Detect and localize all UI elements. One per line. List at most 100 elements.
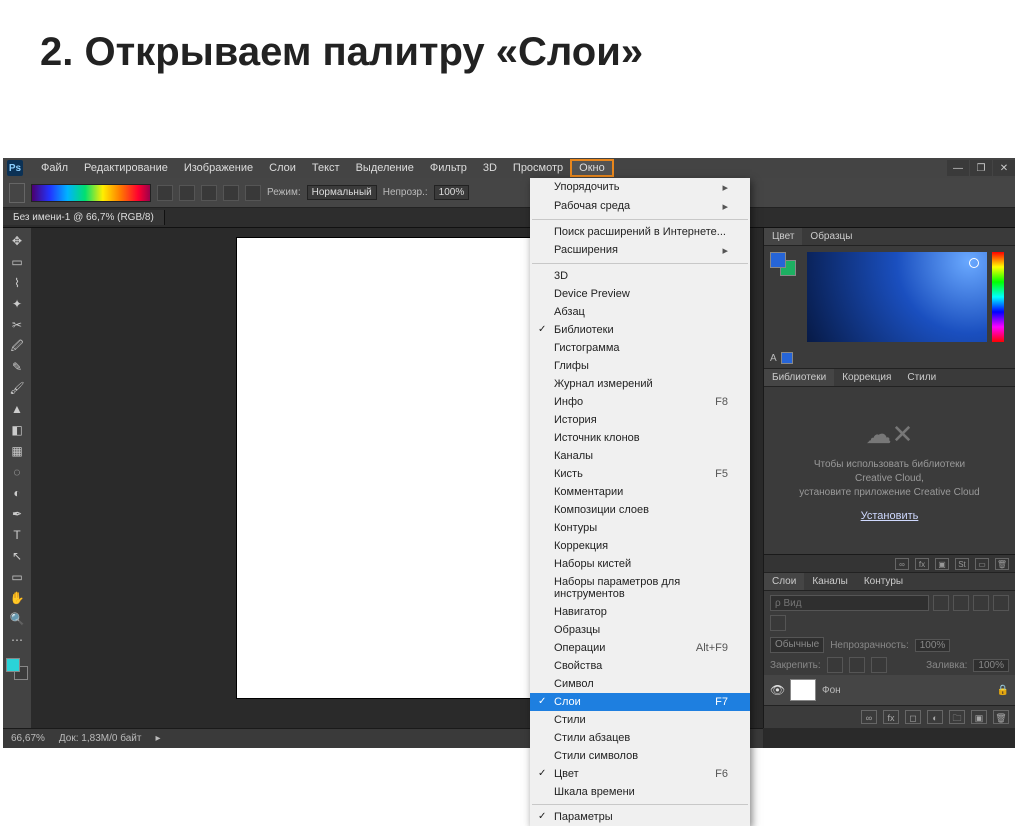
link-layers-icon[interactable]: ∞ (861, 710, 877, 724)
gradient-type-angle-icon[interactable] (201, 185, 217, 201)
minimize-button[interactable]: — (947, 160, 969, 176)
close-button[interactable]: ✕ (993, 160, 1015, 176)
gradient-type-radial-icon[interactable] (179, 185, 195, 201)
menu-view[interactable]: Просмотр (505, 160, 571, 176)
tab-styles[interactable]: Стили (899, 369, 944, 386)
menu-item-параметры[interactable]: Параметры (530, 808, 750, 826)
menu-item-глифы[interactable]: Глифы (530, 357, 750, 375)
menu-edit[interactable]: Редактирование (76, 160, 176, 176)
filter-image-icon[interactable] (933, 595, 949, 611)
adjustment-layer-icon[interactable]: ◐ (927, 710, 943, 724)
ribbon-fill-icon[interactable]: ▣ (935, 558, 949, 570)
menu-filter[interactable]: Фильтр (422, 160, 475, 176)
tab-layers[interactable]: Слои (764, 573, 804, 590)
tab-color[interactable]: Цвет (764, 228, 802, 245)
layer-row-background[interactable]: 👁 Фон 🔒 (764, 675, 1015, 705)
gradient-type-linear-icon[interactable] (157, 185, 173, 201)
menu-item-стили-абзацев[interactable]: Стили абзацев (530, 729, 750, 747)
menu-item-источник-клонов[interactable]: Источник клонов (530, 429, 750, 447)
document-tab[interactable]: Без имени-1 @ 66,7% (RGB/8) (3, 210, 165, 225)
menu-item-3d[interactable]: 3D (530, 267, 750, 285)
path-tool-icon[interactable]: ↖ (7, 547, 27, 565)
eyedropper-tool-icon[interactable]: 🖉 (7, 337, 27, 355)
menu-3d[interactable]: 3D (475, 160, 505, 176)
layer-thumbnail[interactable] (790, 679, 816, 701)
tab-paths[interactable]: Контуры (856, 573, 911, 590)
menu-item-инфо[interactable]: ИнфоF8 (530, 393, 750, 411)
menu-item-рабочая-среда[interactable]: Рабочая среда▸ (530, 197, 750, 216)
menu-item-цвет[interactable]: ЦветF6 (530, 765, 750, 783)
hue-slider[interactable] (992, 252, 1004, 342)
menu-item-операции[interactable]: ОперацииAlt+F9 (530, 639, 750, 657)
menu-item-абзац[interactable]: Абзац (530, 303, 750, 321)
group-icon[interactable]: 🗀 (949, 710, 965, 724)
maximize-button[interactable]: ❐ (970, 160, 992, 176)
menu-select[interactable]: Выделение (348, 160, 422, 176)
ribbon-mask-icon[interactable]: ▭ (975, 558, 989, 570)
menu-item-композиции-слоев[interactable]: Композиции слоев (530, 501, 750, 519)
menu-image[interactable]: Изображение (176, 160, 261, 176)
document-canvas[interactable] (237, 238, 557, 698)
color-field[interactable] (807, 252, 987, 342)
menu-text[interactable]: Текст (304, 160, 348, 176)
menu-item-комментарии[interactable]: Комментарии (530, 483, 750, 501)
menu-item-история[interactable]: История (530, 411, 750, 429)
ribbon-link-icon[interactable]: ∞ (895, 558, 909, 570)
tab-libraries[interactable]: Библиотеки (764, 369, 834, 386)
layer-opacity-value[interactable]: 100% (915, 639, 951, 652)
gradient-tool-icon[interactable]: ▦ (7, 442, 27, 460)
lock-all-icon[interactable] (871, 657, 887, 673)
filter-type-icon[interactable] (973, 595, 989, 611)
gradient-type-diamond-icon[interactable] (245, 185, 261, 201)
menu-item-библиотеки[interactable]: Библиотеки (530, 321, 750, 339)
crop-tool-icon[interactable]: ✂ (7, 316, 27, 334)
layer-kind-filter[interactable] (770, 595, 929, 611)
layer-mask-icon[interactable]: ◻ (905, 710, 921, 724)
gradient-type-reflected-icon[interactable] (223, 185, 239, 201)
stamp-tool-icon[interactable]: ▲ (7, 400, 27, 418)
zoom-value[interactable]: 66,67% (11, 733, 45, 744)
menu-item-device-preview[interactable]: Device Preview (530, 285, 750, 303)
menu-item-каналы[interactable]: Каналы (530, 447, 750, 465)
filter-adjust-icon[interactable] (953, 595, 969, 611)
pen-tool-icon[interactable]: ✒ (7, 505, 27, 523)
shape-tool-icon[interactable]: ▭ (7, 568, 27, 586)
brush-tool-icon[interactable]: 🖌 (7, 379, 27, 397)
menu-item-гистограмма[interactable]: Гистограмма (530, 339, 750, 357)
status-chevron-icon[interactable]: ▸ (155, 733, 160, 744)
menu-item-кисть[interactable]: КистьF5 (530, 465, 750, 483)
tab-channels[interactable]: Каналы (804, 573, 856, 590)
blur-tool-icon[interactable]: ◌ (7, 463, 27, 481)
menu-item-шкала-времени[interactable]: Шкала времени (530, 783, 750, 801)
new-layer-icon[interactable]: ▣ (971, 710, 987, 724)
layer-fx-icon[interactable]: fx (883, 710, 899, 724)
filter-smart-icon[interactable] (770, 615, 786, 631)
menu-file[interactable]: Файл (33, 160, 76, 176)
menu-item-слои[interactable]: СлоиF7 (530, 693, 750, 711)
heal-tool-icon[interactable]: ✎ (7, 358, 27, 376)
gradient-preview[interactable] (31, 184, 151, 202)
panel-fgbg-swatch[interactable] (770, 252, 796, 276)
hand-tool-icon[interactable]: ✋ (7, 589, 27, 607)
move-tool-icon[interactable]: ✥ (7, 232, 27, 250)
ribbon-st-icon[interactable]: St (955, 558, 969, 570)
lock-pixels-icon[interactable] (827, 657, 843, 673)
menu-layers[interactable]: Слои (261, 160, 304, 176)
library-install-link[interactable]: Установить (861, 510, 919, 522)
menu-item-наборы-кистей[interactable]: Наборы кистей (530, 555, 750, 573)
ribbon-trash-icon[interactable]: 🗑 (995, 558, 1009, 570)
menu-item-образцы[interactable]: Образцы (530, 621, 750, 639)
delete-layer-icon[interactable]: 🗑 (993, 710, 1009, 724)
menu-item-символ[interactable]: Символ (530, 675, 750, 693)
lasso-tool-icon[interactable]: ⌇ (7, 274, 27, 292)
dodge-tool-icon[interactable]: ◐ (7, 484, 27, 502)
menu-item-стили-символов[interactable]: Стили символов (530, 747, 750, 765)
menu-item-наборы-параметров-для-инструментов[interactable]: Наборы параметров для инструментов (530, 573, 750, 603)
marquee-tool-icon[interactable]: ▭ (7, 253, 27, 271)
menu-item-коррекция[interactable]: Коррекция (530, 537, 750, 555)
foreground-color-swatch[interactable] (6, 658, 20, 672)
window-menu-dropdown[interactable]: Упорядочить▸Рабочая среда▸Поиск расширен… (530, 178, 750, 826)
menu-item-стили[interactable]: Стили (530, 711, 750, 729)
wand-tool-icon[interactable]: ✦ (7, 295, 27, 313)
menu-window[interactable]: Окно (571, 160, 613, 176)
